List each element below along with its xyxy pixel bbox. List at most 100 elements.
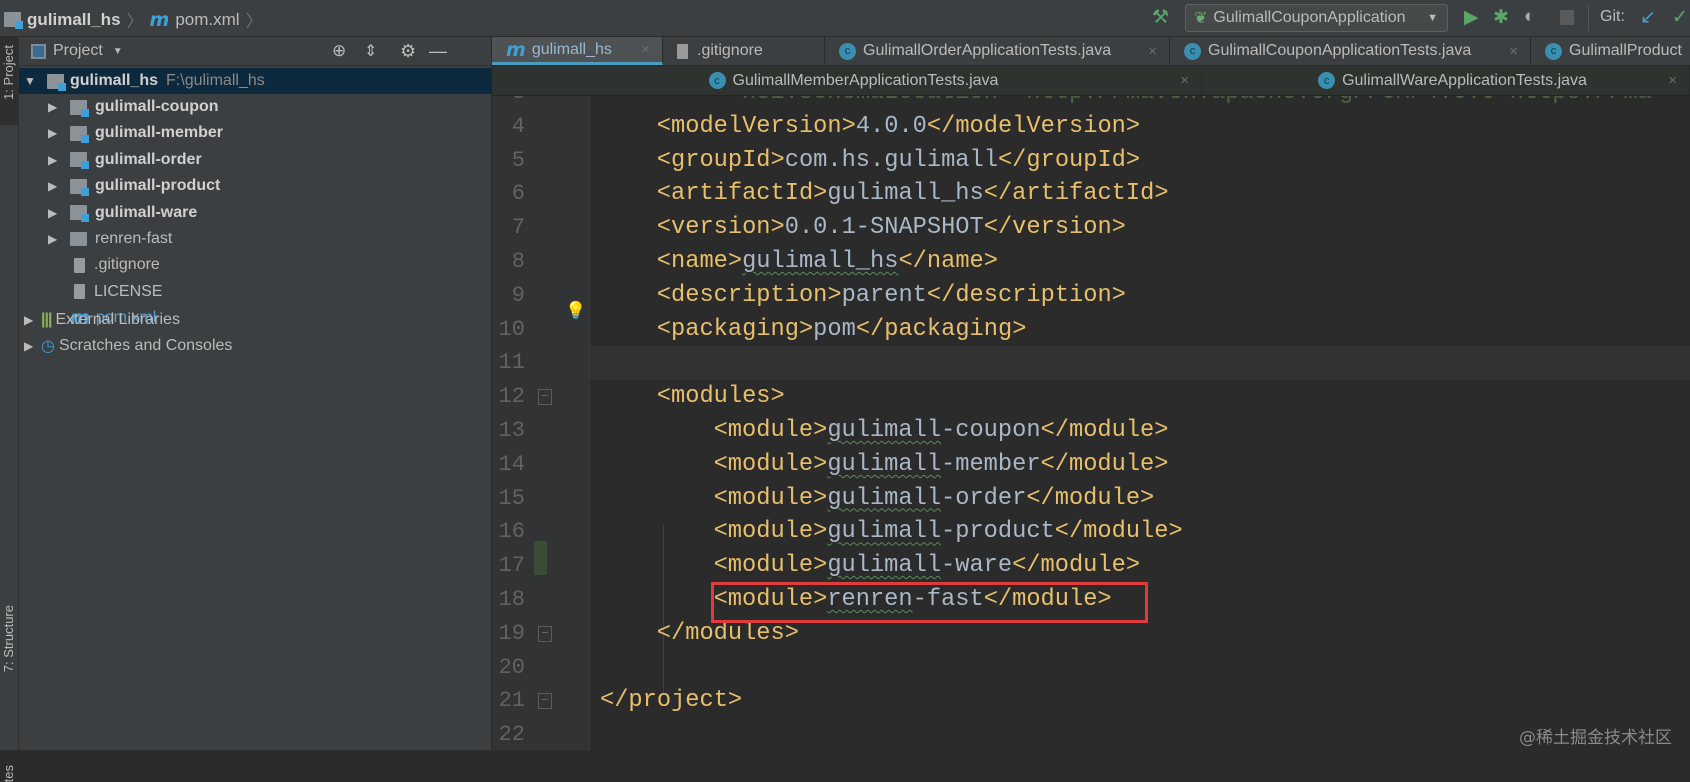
editor-tab[interactable]: c GulimallCouponApplicationTests.java ×: [1170, 37, 1531, 65]
code-line: <version>0.0.1-SNAPSHOT</version>: [600, 211, 1126, 245]
xml-tag: </description>: [926, 281, 1126, 309]
collapse-all-icon[interactable]: ⇕: [364, 41, 377, 61]
editor-tab[interactable]: c GulimallOrderApplicationTests.java ×: [825, 37, 1170, 65]
run-configuration-select[interactable]: ❦ GulimallCouponApplication ▼: [1185, 4, 1448, 32]
locate-target-icon[interactable]: ⊕: [332, 41, 346, 61]
editor-tab[interactable]: c GulimallProduct: [1531, 37, 1690, 65]
xml-text: gulimall: [827, 518, 942, 546]
xml-tag: </module>: [1040, 417, 1169, 444]
tree-item-gitignore[interactable]: .gitignore: [19, 252, 492, 278]
line-number: 11: [498, 350, 525, 376]
tree-item-renren-fast[interactable]: ▶ renren-fast: [19, 226, 492, 252]
project-tool-tab[interactable]: 1: Project: [1, 45, 16, 100]
breadcrumb-file[interactable]: pom.xml: [175, 10, 239, 30]
tab-label: GulimallCouponApplicationTests.java: [1208, 42, 1472, 59]
close-icon[interactable]: ×: [1509, 43, 1518, 60]
editor-tab[interactable]: .gitignore: [663, 37, 825, 65]
spring-boot-icon: ❦: [1194, 10, 1208, 27]
xml-tag: <artifactId>: [656, 180, 828, 208]
line-number: 21: [498, 688, 525, 714]
xml-tag: </name>: [898, 248, 998, 275]
editor-tab[interactable]: c GulimallWareApplicationTests.java ×: [1202, 66, 1690, 95]
tree-item-gulimall-member[interactable]: ▶ gulimall-member: [19, 120, 492, 146]
xml-tag: <module>: [713, 518, 828, 546]
tree-item-LICENSE[interactable]: LICENSE: [19, 279, 492, 305]
current-line-highlight: [590, 346, 1690, 381]
xml-tag: </module>: [1012, 552, 1141, 580]
tree-item-gulimall-ware[interactable]: ▶ gulimall-ware: [19, 200, 492, 226]
git-update-arrow-icon[interactable]: ↙: [1640, 6, 1656, 29]
line-number: 3: [492, 96, 525, 105]
breadcrumb-project[interactable]: gulimall_hs: [27, 10, 121, 30]
collapsed-arrow-icon[interactable]: ▶: [24, 339, 38, 353]
git-commit-check-icon[interactable]: ✓: [1672, 6, 1688, 29]
tree-item-label: gulimall-member: [95, 124, 224, 142]
collapsed-arrow-icon[interactable]: ▶: [24, 313, 38, 327]
intention-lightbulb-icon[interactable]: 💡: [565, 301, 586, 321]
code-line: <modules>: [600, 380, 785, 414]
collapsed-arrow-icon[interactable]: ▶: [48, 100, 62, 114]
line-number: 18: [498, 587, 525, 612]
close-icon[interactable]: ×: [1148, 43, 1157, 60]
editor-tab[interactable]: c GulimallMemberApplicationTests.java ×: [492, 66, 1202, 95]
tree-item-scratches[interactable]: ▶ ◷ Scratches and Consoles: [19, 333, 492, 359]
xml-tag: </module>: [1026, 484, 1155, 512]
xml-text: gulimall: [827, 417, 942, 444]
code-line: <modelVersion>4.0.0</modelVersion>: [600, 110, 1140, 144]
expanded-arrow-icon[interactable]: ▼: [24, 74, 38, 88]
tree-item-external-libraries[interactable]: ▶ ||| External Libraries: [19, 307, 492, 333]
tree-root[interactable]: ▼ gulimall_hs F:\gulimall_hs: [19, 68, 492, 94]
collapsed-arrow-icon[interactable]: ▶: [48, 206, 62, 220]
java-class-icon: c: [1184, 42, 1201, 60]
code-editor[interactable]: 3456789101112−13141516171819−2021−22 xsi…: [492, 96, 1690, 750]
tree-item-label: .gitignore: [94, 256, 160, 274]
editor-tab[interactable]: m gulimall_hs ×: [492, 37, 663, 65]
watermark: @稀土掘金技术社区: [1519, 728, 1672, 748]
close-icon[interactable]: ×: [641, 41, 650, 58]
collapsed-arrow-icon[interactable]: ▶: [48, 153, 62, 167]
stop-icon[interactable]: [1560, 10, 1574, 25]
line-number: 13: [498, 418, 525, 443]
hide-minimize-icon[interactable]: —: [429, 41, 447, 62]
editor-tabs-row-2: c GulimallMemberApplicationTests.java × c Gu…: [492, 66, 1690, 96]
structure-tool-tab[interactable]: 7: Structure: [1, 605, 16, 672]
module-folder-icon: [4, 12, 23, 29]
text-file-icon: [677, 43, 688, 59]
close-icon[interactable]: ×: [1668, 72, 1677, 89]
tree-item-gulimall-coupon[interactable]: ▶ gulimall-coupon: [19, 94, 492, 120]
tree-item-gulimall-product[interactable]: ▶ gulimall-product: [19, 173, 492, 199]
code-line: <module>gulimall-ware</module>: [600, 549, 1140, 583]
xml-tag: <modelVersion>: [656, 112, 856, 140]
collapsed-arrow-icon[interactable]: ▶: [48, 179, 62, 193]
collapsed-arrow-icon[interactable]: ▶: [48, 126, 62, 140]
text-file-icon: [74, 284, 85, 300]
tab-label: .gitignore: [697, 42, 763, 59]
chevron-down-icon[interactable]: ▼: [113, 46, 123, 57]
run-with-coverage-icon[interactable]: ◐: [1524, 6, 1535, 28]
debug-bug-icon[interactable]: ✱: [1493, 6, 1509, 29]
xml-tag: <groupId>: [656, 146, 785, 174]
code-line: xsi:schemaLocation="http://maven.apache.…: [600, 96, 1652, 110]
fold-marker-icon[interactable]: −: [538, 625, 552, 642]
project-view-select[interactable]: Project: [53, 42, 103, 60]
xml-text: gulimall_hs: [742, 248, 899, 275]
xml-tag: <description>: [656, 281, 842, 309]
tool-window-strip: 1: Project 7: Structure tes: [0, 37, 19, 782]
fold-marker-icon[interactable]: −: [538, 389, 552, 406]
xml-tag: <module>: [713, 450, 828, 478]
breadcrumb-separator: 〉: [126, 12, 144, 31]
fold-marker-icon[interactable]: −: [538, 693, 552, 710]
build-hammer-icon[interactable]: ⚒: [1152, 6, 1169, 29]
xml-text: 4.0.0: [855, 112, 927, 140]
line-number: 14: [498, 451, 525, 477]
tree-item-label: External Libraries: [55, 311, 180, 328]
tree-item-gulimall-order[interactable]: ▶ gulimall-order: [19, 147, 492, 173]
xml-tag: </module>: [1054, 518, 1183, 546]
run-icon[interactable]: ▶: [1464, 6, 1479, 29]
tree-item-label: Scratches and Consoles: [58, 337, 233, 354]
collapsed-arrow-icon[interactable]: ▶: [48, 232, 62, 246]
favorites-tool-tab[interactable]: tes: [1, 765, 16, 782]
tree-item-label: gulimall-coupon: [95, 98, 219, 115]
close-icon[interactable]: ×: [1180, 72, 1189, 89]
gear-icon[interactable]: ⚙: [400, 41, 416, 62]
